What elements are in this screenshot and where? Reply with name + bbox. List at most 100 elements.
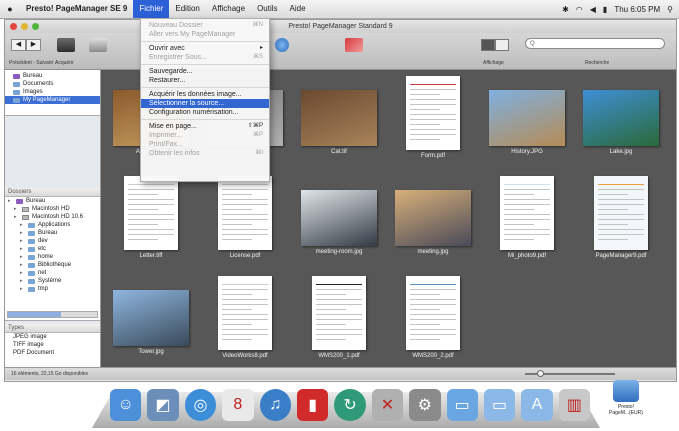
tree-item[interactable]: ▸ tmp bbox=[5, 285, 100, 293]
tree-item[interactable]: ▸ Macintosh HD 10.6 bbox=[5, 213, 100, 221]
menu-item[interactable]: Configuration numérisation... bbox=[141, 108, 269, 117]
thumbnail-item[interactable]: PageManager9.pdf bbox=[577, 176, 665, 259]
clock[interactable]: Thu 6:05 PM bbox=[614, 5, 660, 14]
thumbnail-item[interactable]: Tower.jpg bbox=[107, 276, 195, 355]
list-view-button[interactable] bbox=[495, 39, 509, 51]
horizontal-scrollbar[interactable] bbox=[7, 311, 98, 318]
preview-dock-icon[interactable]: ◩ bbox=[147, 389, 179, 421]
wifi-icon[interactable]: ◠ bbox=[576, 5, 583, 14]
tool-button[interactable] bbox=[345, 38, 363, 52]
itunes-dock-icon[interactable]: ♫ bbox=[259, 389, 291, 421]
finder-dock-icon[interactable]: ☺ bbox=[110, 389, 142, 421]
forward-button[interactable]: ▶ bbox=[26, 39, 41, 51]
close-window-button[interactable] bbox=[10, 23, 17, 30]
thumbnail-item[interactable]: Cat.tif bbox=[295, 76, 383, 155]
menu-item[interactable]: Sélectionner la source... bbox=[141, 99, 269, 108]
thumbnail-item[interactable]: Mi_photo9.pdf bbox=[483, 176, 571, 259]
tree-item[interactable]: ▸ home bbox=[5, 253, 100, 261]
type-pdf[interactable]: PDF Document bbox=[5, 349, 100, 357]
view-mode-switch[interactable] bbox=[481, 39, 509, 51]
menu-aide[interactable]: Aide bbox=[284, 0, 312, 18]
ical-dock-icon[interactable]: 8 bbox=[222, 389, 254, 421]
app-menu[interactable]: Presto! PageManager SE 9 bbox=[20, 0, 133, 18]
menu-outils[interactable]: Outils bbox=[251, 0, 283, 18]
tree-item[interactable]: ▸ Macintosh HD bbox=[5, 205, 100, 213]
thumbnail-item[interactable]: WMS200_1.pdf bbox=[295, 276, 383, 359]
menu-item[interactable]: Sauvegarde... bbox=[141, 67, 269, 76]
thumbnail-item[interactable]: History.JPG bbox=[483, 76, 571, 155]
thumbnail-item[interactable]: Form.pdf bbox=[389, 76, 477, 159]
scrollbar-thumb[interactable] bbox=[8, 312, 62, 317]
trash-dock-icon[interactable]: ▥ bbox=[558, 389, 591, 421]
folder-dock-icon[interactable]: ▭ bbox=[446, 389, 478, 421]
tree-item[interactable]: ▸ net bbox=[5, 269, 100, 277]
tree-item[interactable]: ▸ Bureau bbox=[5, 229, 100, 237]
disclosure-triangle-icon[interactable]: ▸ bbox=[20, 253, 25, 261]
type-jpeg[interactable]: JPEG image bbox=[5, 333, 100, 341]
sidebar-item-my-pagemanager[interactable]: My PageManager bbox=[5, 96, 100, 104]
thumbnail-item[interactable]: License.pdf bbox=[201, 176, 289, 259]
disclosure-triangle-icon[interactable]: ▸ bbox=[14, 213, 19, 221]
disclosure-triangle-icon[interactable]: ▸ bbox=[20, 277, 25, 285]
spotlight-icon[interactable]: ⚲ bbox=[667, 5, 673, 14]
thumbnail-item[interactable]: VideoWorks8.pdf bbox=[201, 276, 289, 359]
sidebar-item-bureau[interactable]: Bureau bbox=[5, 72, 100, 80]
search-field[interactable]: Q bbox=[525, 38, 665, 49]
disclosure-triangle-icon[interactable]: ▸ bbox=[20, 261, 25, 269]
back-button[interactable]: ◀ bbox=[11, 39, 26, 51]
system-preferences-dock-icon[interactable]: ⚙ bbox=[409, 389, 441, 421]
tree-item[interactable]: ▸ dev bbox=[5, 237, 100, 245]
type-tiff[interactable]: TIFF image bbox=[5, 341, 100, 349]
pagemanager-dock-icon[interactable]: ✕ bbox=[371, 389, 404, 421]
menu-edition[interactable]: Edition bbox=[169, 0, 205, 18]
thumbnail-item[interactable]: meeting-room.jpg bbox=[295, 176, 383, 255]
slider-knob[interactable] bbox=[537, 370, 545, 377]
timemachine-dock-icon[interactable]: ↻ bbox=[334, 389, 366, 421]
sidebar-item-images[interactable]: Images bbox=[5, 88, 100, 96]
folder-icon bbox=[13, 89, 20, 95]
status-text: 16 éléments, 22,15 Go disponibles bbox=[11, 371, 88, 377]
tree-item-label: Bibliothèque bbox=[38, 262, 72, 268]
thumbnail-item[interactable]: Lake.jpg bbox=[577, 76, 665, 155]
disclosure-triangle-icon[interactable]: ▸ bbox=[20, 237, 25, 245]
disclosure-triangle-icon[interactable]: ▸ bbox=[8, 197, 13, 205]
print-button[interactable] bbox=[89, 38, 107, 52]
apple-menu-icon[interactable]: ● bbox=[0, 4, 20, 14]
menu-item[interactable]: Restaurer... bbox=[141, 76, 269, 85]
thumbnail-size-slider[interactable] bbox=[525, 370, 615, 377]
disclosure-triangle-icon[interactable]: ▸ bbox=[20, 221, 25, 229]
tree-item[interactable]: ▸ Applications bbox=[5, 221, 100, 229]
zoom-window-button[interactable] bbox=[32, 23, 39, 30]
sidebar-item-documents[interactable]: Documents bbox=[5, 80, 100, 88]
thumbnail-item[interactable]: WMS200_2.pdf bbox=[389, 276, 477, 359]
sync-button[interactable] bbox=[275, 38, 289, 52]
tree-item[interactable]: ▸ Bibliothèque bbox=[5, 261, 100, 269]
text-line bbox=[504, 194, 534, 195]
safari-dock-icon[interactable]: ◎ bbox=[184, 389, 217, 421]
thumbnail-view-button[interactable] bbox=[481, 39, 495, 51]
disclosure-triangle-icon[interactable]: ▸ bbox=[20, 245, 25, 253]
disclosure-triangle-icon[interactable]: ▸ bbox=[20, 229, 25, 237]
documents-stack-dock-icon[interactable]: ▭ bbox=[483, 389, 516, 421]
thumbnail-item[interactable]: Letter.tiff bbox=[107, 176, 195, 259]
tree-item[interactable]: ▸ etc bbox=[5, 245, 100, 253]
minimize-window-button[interactable] bbox=[21, 23, 28, 30]
disclosure-triangle-icon[interactable]: ▸ bbox=[20, 269, 25, 277]
bluetooth-icon[interactable]: ✱ bbox=[562, 5, 569, 14]
disclosure-triangle-icon[interactable]: ▸ bbox=[20, 285, 25, 293]
menu-affichage[interactable]: Affichage bbox=[206, 0, 251, 18]
disclosure-triangle-icon[interactable]: ▸ bbox=[14, 205, 19, 213]
photobooth-dock-icon[interactable]: ▮ bbox=[296, 389, 329, 421]
volume-icon[interactable]: ◀ bbox=[590, 5, 596, 14]
thumbnail-item[interactable]: meeting.jpg bbox=[389, 176, 477, 255]
tree-item[interactable]: ▸ Bureau bbox=[5, 197, 100, 205]
applications-stack-dock-icon[interactable]: A bbox=[521, 389, 553, 421]
acquire-button[interactable] bbox=[57, 38, 75, 52]
menu-fichier[interactable]: Fichier bbox=[133, 0, 170, 18]
battery-icon[interactable]: ▮ bbox=[603, 5, 607, 14]
desktop-icon-presto[interactable]: Presto! PageM...(EUR) bbox=[604, 380, 648, 416]
tree-item[interactable]: ▸ Système bbox=[5, 277, 100, 285]
menu-item[interactable]: Ouvrir avec ▸ bbox=[141, 44, 269, 53]
menu-item[interactable]: Mise en page... ⇧⌘P bbox=[141, 122, 269, 131]
menu-item[interactable]: Acquérir les données image... bbox=[141, 90, 269, 99]
